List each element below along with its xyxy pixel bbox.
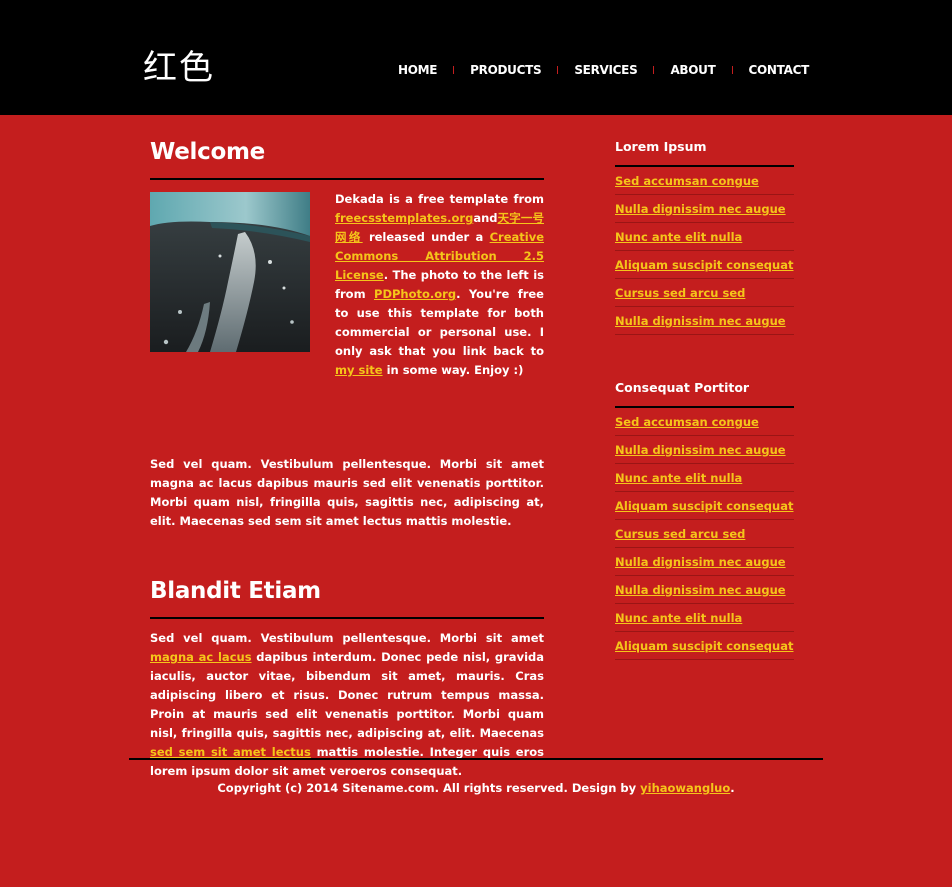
list-item: Nulla dignissim nec augue xyxy=(615,576,794,604)
title-divider xyxy=(150,178,544,180)
list-item: Nulla dignissim nec augue xyxy=(615,548,794,576)
copyright-text: Copyright (c) 2014 Sitename.com. All rig… xyxy=(217,781,641,795)
list-item: Cursus sed arcu sed xyxy=(615,279,794,307)
sidebar-link-list: Sed accumsan congue Nulla dignissim nec … xyxy=(615,408,794,660)
list-item: Nunc ante elit nulla xyxy=(615,464,794,492)
sidebar-link[interactable]: Cursus sed arcu sed xyxy=(615,527,745,541)
menu-item-about[interactable]: ABOUT xyxy=(670,63,715,77)
sidebar-link[interactable]: Sed accumsan congue xyxy=(615,415,759,429)
link-designer[interactable]: yihaowangluo xyxy=(640,781,730,795)
sidebar-link[interactable]: Nulla dignissim nec augue xyxy=(615,555,786,569)
list-item: Nunc ante elit nulla xyxy=(615,223,794,251)
sidebar-link[interactable]: Cursus sed arcu sed xyxy=(615,286,745,300)
sidebar-link[interactable]: Sed accumsan congue xyxy=(615,174,759,188)
list-item: Aliquam suscipit consequat xyxy=(615,632,794,660)
welcome-paragraph: Sed vel quam. Vestibulum pellentesque. M… xyxy=(150,457,544,528)
link-freecsstemplates[interactable]: freecsstemplates.org xyxy=(335,211,473,225)
sidebar-section-consequat-portitor: Consequat Portitor Sed accumsan congue N… xyxy=(615,379,794,660)
sidebar-link[interactable]: Nunc ante elit nulla xyxy=(615,611,742,625)
menu-item-products[interactable]: PRODUCTS xyxy=(470,63,541,77)
site-logo[interactable]: 红色 xyxy=(143,44,215,92)
menu-separator xyxy=(557,66,559,74)
menu-separator xyxy=(453,66,455,74)
list-item: Sed accumsan congue xyxy=(615,408,794,436)
link-sed-sem[interactable]: sed sem sit amet lectus xyxy=(150,745,311,759)
sidebar-link[interactable]: Nunc ante elit nulla xyxy=(615,471,742,485)
link-pdphoto[interactable]: PDPhoto.org xyxy=(374,287,456,301)
site-header: 红色 HOME PRODUCTS SERVICES ABOUT CONTACT xyxy=(0,0,952,115)
list-item: Sed accumsan congue xyxy=(615,167,794,195)
sidebar-link[interactable]: Nulla dignissim nec augue xyxy=(615,443,786,457)
list-item: Nulla dignissim nec augue xyxy=(615,436,794,464)
intro-text: and xyxy=(473,211,498,225)
blandit-text: Sed vel quam. Vestibulum pellentesque. M… xyxy=(150,631,544,645)
sidebar-section-lorem-ipsum: Lorem Ipsum Sed accumsan congue Nulla di… xyxy=(615,138,794,335)
list-item: Nulla dignissim nec augue xyxy=(615,195,794,223)
site-footer: Copyright (c) 2014 Sitename.com. All rig… xyxy=(0,781,952,795)
welcome-intro: Dekada is a free template from freecsste… xyxy=(335,190,544,380)
welcome-title: Welcome xyxy=(150,139,265,165)
sidebar-section-title: Consequat Portitor xyxy=(615,380,750,395)
copyright-text: . xyxy=(730,781,735,795)
menu-separator xyxy=(653,66,655,74)
list-item: Aliquam suscipit consequat xyxy=(615,251,794,279)
footer-divider xyxy=(129,758,823,760)
title-divider xyxy=(150,617,544,619)
menu-item-contact[interactable]: CONTACT xyxy=(749,63,810,77)
sidebar-link-list: Sed accumsan congue Nulla dignissim nec … xyxy=(615,167,794,335)
list-item: Nulla dignissim nec augue xyxy=(615,307,794,335)
menu-separator xyxy=(731,66,733,74)
list-item: Aliquam suscipit consequat xyxy=(615,492,794,520)
sidebar-section-title: Lorem Ipsum xyxy=(615,139,707,154)
intro-text: Dekada is a free template from xyxy=(335,192,544,206)
sidebar-link[interactable]: Aliquam suscipit consequat xyxy=(615,258,794,272)
water-fountain-photo xyxy=(150,192,310,352)
blandit-title: Blandit Etiam xyxy=(150,578,321,604)
menu-item-home[interactable]: HOME xyxy=(398,63,437,77)
sidebar: Lorem Ipsum Sed accumsan congue Nulla di… xyxy=(615,138,794,660)
link-my-site[interactable]: my site xyxy=(335,363,383,377)
main-menu: HOME PRODUCTS SERVICES ABOUT CONTACT xyxy=(398,63,809,77)
welcome-body: Dekada is a free template from freecsste… xyxy=(150,190,544,400)
intro-text: in some way. Enjoy :) xyxy=(382,363,524,377)
main-content: Welcome Dekada is a free template from f… xyxy=(150,136,544,781)
sidebar-link[interactable]: Nunc ante elit nulla xyxy=(615,230,742,244)
sidebar-link[interactable]: Aliquam suscipit consequat xyxy=(615,639,794,653)
sidebar-link[interactable]: Nulla dignissim nec augue xyxy=(615,583,786,597)
menu-item-services[interactable]: SERVICES xyxy=(574,63,637,77)
link-magna-ac-lacus[interactable]: magna ac lacus xyxy=(150,650,252,664)
sidebar-link[interactable]: Nulla dignissim nec augue xyxy=(615,314,786,328)
intro-text: released under a xyxy=(362,230,490,244)
sidebar-link[interactable]: Nulla dignissim nec augue xyxy=(615,202,786,216)
list-item: Nunc ante elit nulla xyxy=(615,604,794,632)
list-item: Cursus sed arcu sed xyxy=(615,520,794,548)
sidebar-link[interactable]: Aliquam suscipit consequat xyxy=(615,499,794,513)
